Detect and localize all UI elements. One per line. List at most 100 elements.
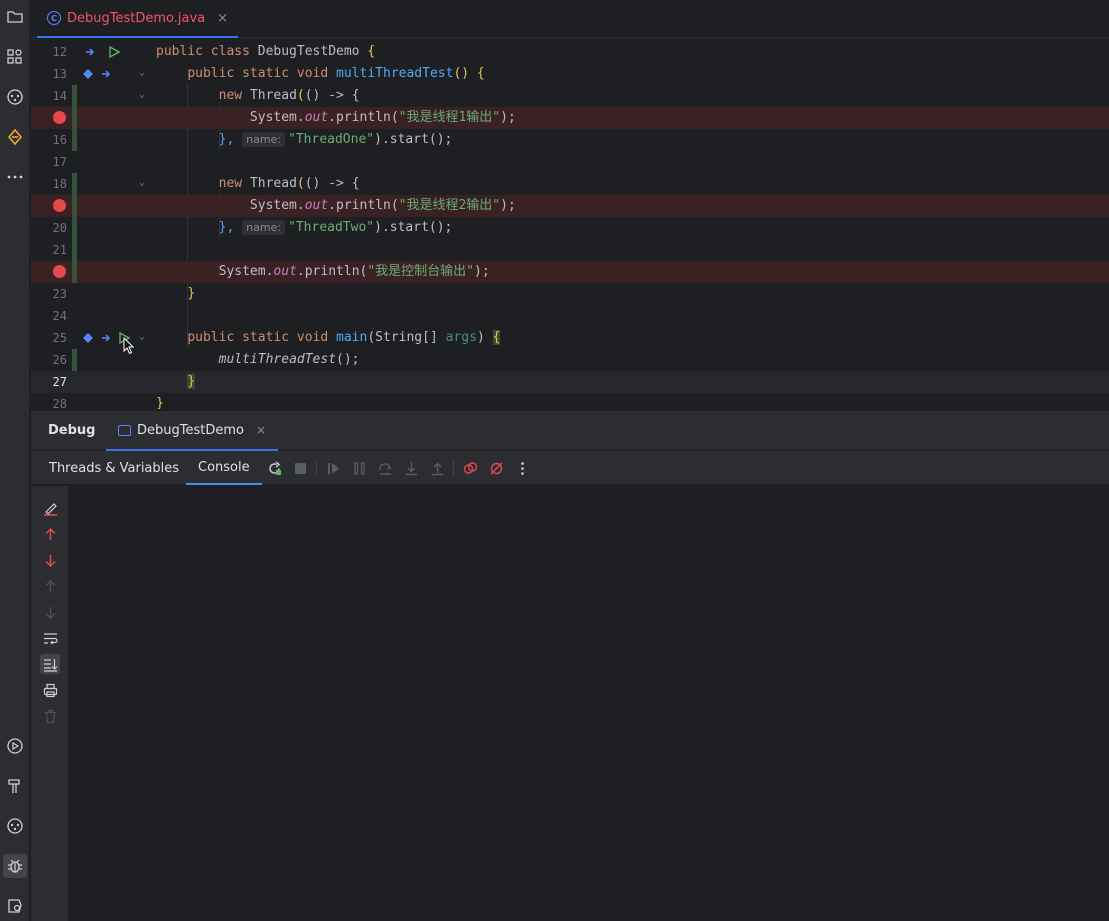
console-output[interactable] bbox=[70, 486, 1109, 921]
close-icon[interactable]: × bbox=[256, 423, 266, 437]
breakpoint-icon[interactable] bbox=[53, 199, 66, 212]
toolbar-separator bbox=[453, 460, 454, 476]
override-icon[interactable] bbox=[81, 331, 95, 345]
code-token: new bbox=[218, 88, 250, 103]
toolbar-separator bbox=[316, 460, 317, 476]
services-bottom-icon[interactable] bbox=[3, 814, 27, 838]
soft-wrap-icon[interactable] bbox=[40, 628, 60, 648]
build-hammer-icon[interactable] bbox=[3, 774, 27, 798]
plugin-icon[interactable] bbox=[3, 125, 27, 149]
run-gutter-icon[interactable] bbox=[107, 45, 121, 59]
arrow-right-icon[interactable] bbox=[83, 45, 97, 59]
arrow-right-icon[interactable] bbox=[99, 331, 113, 345]
code-token: ); bbox=[500, 198, 516, 213]
code-token: }, bbox=[218, 132, 243, 147]
trash-icon[interactable] bbox=[40, 706, 60, 726]
code-line: 18 ⌄ new Thread(() -> { bbox=[31, 173, 1109, 195]
code-token: }, bbox=[218, 220, 243, 235]
tab-threads-variables[interactable]: Threads & Variables bbox=[37, 451, 191, 485]
code-token: .println( bbox=[296, 264, 368, 279]
code-token: ( bbox=[296, 88, 305, 103]
code-line-breakpoint: System.out.println("我是控制台输出"); bbox=[31, 261, 1109, 283]
step-into-icon[interactable] bbox=[402, 459, 420, 477]
line-number: 21 bbox=[52, 243, 67, 257]
up-arrow-disabled-icon[interactable] bbox=[40, 576, 60, 596]
file-tab-label: DebugTestDemo.java bbox=[67, 10, 206, 26]
project-folder-icon[interactable] bbox=[3, 5, 27, 29]
close-icon[interactable]: × bbox=[217, 11, 228, 26]
line-number: 12 bbox=[52, 45, 67, 59]
code-token: .println( bbox=[328, 110, 399, 125]
more-options-icon[interactable] bbox=[513, 459, 531, 477]
override-icon[interactable] bbox=[81, 67, 95, 81]
debug-bug-icon[interactable] bbox=[3, 854, 27, 878]
run-config-tab[interactable]: DebugTestDemo × bbox=[106, 411, 279, 451]
mute-breakpoints-icon[interactable] bbox=[487, 459, 505, 477]
fold-chevron-icon[interactable]: ⌄ bbox=[139, 331, 145, 342]
resume-icon[interactable] bbox=[324, 459, 342, 477]
step-over-icon[interactable] bbox=[376, 459, 394, 477]
print-icon[interactable] bbox=[40, 680, 60, 700]
down-arrow-icon[interactable] bbox=[40, 550, 60, 570]
code-line-breakpoint: System.out.println("我是线程2输出"); bbox=[31, 195, 1109, 217]
code-token: multiThreadTest bbox=[336, 66, 454, 81]
line-number: 20 bbox=[52, 221, 67, 235]
fold-chevron-icon[interactable]: ⌄ bbox=[139, 89, 145, 100]
fold-chevron-icon[interactable]: ⌄ bbox=[139, 67, 145, 78]
breakpoint-icon[interactable] bbox=[53, 111, 66, 124]
down-arrow-disabled-icon[interactable] bbox=[40, 602, 60, 622]
vcs-change-marker bbox=[72, 107, 77, 129]
code-token: Thread bbox=[249, 176, 297, 191]
debug-tool-window-header: Debug DebugTestDemo × bbox=[31, 410, 1109, 451]
tab-console[interactable]: Console bbox=[186, 451, 262, 485]
code-line: 23 } bbox=[31, 283, 1109, 305]
code-token: } bbox=[187, 286, 196, 301]
line-number: 23 bbox=[52, 287, 67, 301]
code-token: out bbox=[273, 264, 297, 279]
step-out-icon[interactable] bbox=[428, 459, 446, 477]
code-token: "我是控制台输出" bbox=[367, 264, 475, 279]
line-number: 27 bbox=[52, 375, 67, 389]
code-token: "我是线程1输出" bbox=[398, 110, 501, 125]
left-tool-strip bbox=[0, 0, 30, 921]
line-number: 24 bbox=[52, 309, 67, 323]
code-line: 28 } bbox=[31, 393, 1109, 409]
code-token: () -> bbox=[304, 176, 352, 191]
breakpoint-icon[interactable] bbox=[53, 265, 66, 278]
file-tab-debugtestdemo[interactable]: C DebugTestDemo.java × bbox=[37, 0, 239, 38]
code-token: Thread bbox=[249, 88, 297, 103]
code-line: 17 bbox=[31, 151, 1109, 173]
run-icon[interactable] bbox=[3, 734, 27, 758]
code-token: ); bbox=[474, 264, 490, 279]
code-line: 20 }, name: "ThreadTwo").start(); bbox=[31, 217, 1109, 239]
clear-pen-icon[interactable] bbox=[40, 498, 60, 518]
code-editor[interactable]: 12 public class DebugTestDemo { 13 ⌄ pub… bbox=[31, 39, 1109, 409]
structure-icon[interactable] bbox=[3, 45, 27, 69]
code-line: 21 bbox=[31, 239, 1109, 261]
problems-icon[interactable] bbox=[3, 894, 27, 918]
pause-icon[interactable] bbox=[350, 459, 368, 477]
rerun-icon[interactable] bbox=[265, 459, 283, 477]
line-number: 17 bbox=[52, 155, 67, 169]
more-icon[interactable] bbox=[3, 165, 27, 189]
stop-icon[interactable] bbox=[291, 459, 309, 477]
view-breakpoints-icon[interactable] bbox=[461, 459, 479, 477]
vcs-change-marker bbox=[72, 261, 77, 283]
fold-chevron-icon[interactable]: ⌄ bbox=[139, 177, 145, 188]
arrow-right-icon[interactable] bbox=[99, 67, 113, 81]
line-number: 25 bbox=[52, 331, 67, 345]
vcs-change-marker bbox=[72, 173, 77, 195]
vcs-change-marker bbox=[72, 195, 77, 217]
services-icon[interactable] bbox=[3, 85, 27, 109]
up-arrow-icon[interactable] bbox=[40, 524, 60, 544]
code-token: ( bbox=[296, 176, 305, 191]
scroll-to-end-icon[interactable] bbox=[40, 654, 60, 674]
code-token: ); bbox=[500, 110, 516, 125]
code-token: main bbox=[336, 330, 368, 345]
code-token: (String[] bbox=[367, 330, 446, 345]
code-token: ).start(); bbox=[374, 220, 453, 235]
code-token: System. bbox=[249, 198, 305, 213]
code-line: 16 }, name: "ThreadOne").start(); bbox=[31, 129, 1109, 151]
vcs-change-marker bbox=[72, 239, 77, 261]
code-line-current: 27 } bbox=[31, 371, 1109, 393]
